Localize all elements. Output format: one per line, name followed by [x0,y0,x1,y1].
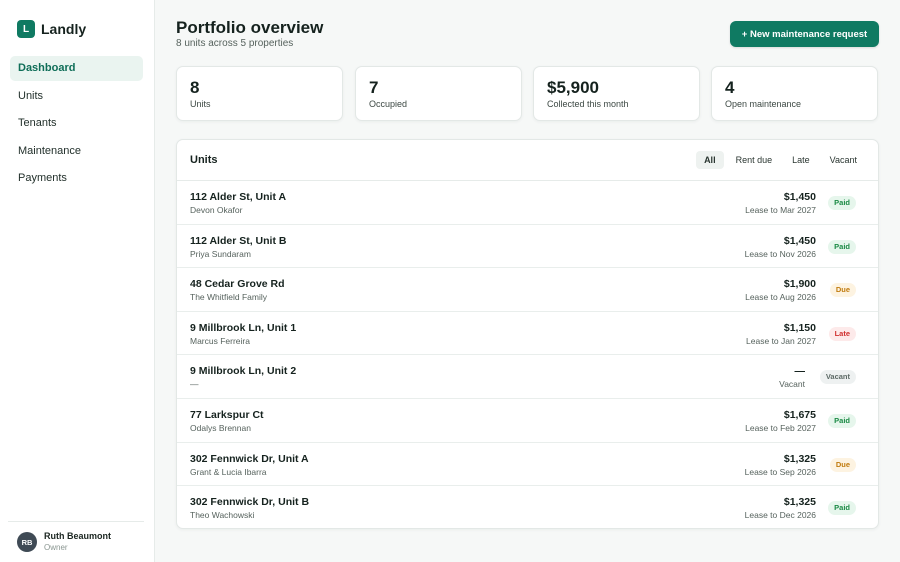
unit-address: 302 Fennwick Dr, Unit B [190,496,310,509]
stat-card-collected: $5,900 Collected this month [533,66,700,121]
sidebar-item-tenants[interactable]: Tenants [10,111,143,136]
unit-row[interactable]: 302 Fennwick Dr, Unit B Theo Wachowski $… [177,486,878,528]
page-title: Portfolio overview [176,18,324,37]
unit-address: 48 Cedar Grove Rd [190,278,285,291]
stat-label: Open maintenance [725,99,802,109]
user-info: Ruth Beaumont Owner [44,531,111,553]
units-panel-title: Units [190,154,218,166]
page-subtitle: 8 units across 5 properties [176,38,294,49]
unit-address: 112 Alder St, Unit A [190,191,287,203]
unit-lease: Lease to Dec 2026 [744,510,816,521]
filter-tab-all[interactable]: All [696,151,724,169]
unit-rent: $1,150 [783,321,816,334]
stat-label: Collected this month [547,99,629,109]
stat-value: 7 [369,78,379,97]
unit-tenant: The Whitfield Family [190,292,267,303]
stat-label: Occupied [369,99,408,109]
sidebar-item-units[interactable]: Units [10,84,143,109]
unit-address: 112 Alder St, Unit B [190,234,287,247]
unit-lease: Vacant [779,379,805,390]
status-badge: Paid [828,501,856,516]
new-maintenance-request-button[interactable]: + New maintenance request [730,21,879,47]
unit-lease: Lease to Jan 2027 [746,335,816,346]
filter-tab-vacant[interactable]: Vacant [822,151,865,169]
stat-label: Units [190,99,211,109]
sidebar-item-dashboard[interactable]: Dashboard [10,56,143,81]
unit-row[interactable]: 48 Cedar Grove Rd The Whitfield Family $… [177,268,878,312]
user-role: Owner [44,543,68,552]
units-filter-tabs: All Rent due Late Vacant [692,151,865,169]
status-badge: Paid [828,413,856,428]
unit-address: 9 Millbrook Ln, Unit 2 [190,365,297,378]
stat-value: 4 [725,78,735,97]
unit-rent: — [794,365,806,378]
unit-rent: $1,325 [783,452,816,465]
status-badge: Late [828,326,856,341]
unit-rent: $1,450 [783,234,816,247]
status-badge: Due [829,457,856,472]
status-badge: Due [829,283,856,298]
status-badge: Paid [828,239,856,254]
unit-tenant: Grant & Lucia Ibarra [190,466,267,477]
brand[interactable]: L Landly [17,20,86,38]
status-badge: Vacant [819,370,856,385]
unit-lease: Lease to Sep 2026 [744,466,816,477]
avatar: RB [17,532,37,552]
unit-address: 9 Millbrook Ln, Unit 1 [190,321,297,334]
unit-row[interactable]: 302 Fennwick Dr, Unit A Grant & Lucia Ib… [177,443,878,487]
units-panel: Units All Rent due Late Vacant 112 Alder… [176,139,879,529]
unit-lease: Lease to Mar 2027 [745,205,816,215]
status-badge: Paid [828,196,856,210]
unit-address: 302 Fennwick Dr, Unit A [190,452,309,465]
filter-tab-late[interactable]: Late [784,151,818,169]
unit-lease: Lease to Feb 2027 [745,422,816,433]
unit-row[interactable]: 9 Millbrook Ln, Unit 2 — — Vacant Vacant [177,355,878,399]
user-name: Ruth Beaumont [44,531,111,541]
sidebar-item-payments[interactable]: Payments [10,166,143,191]
unit-rent: $1,900 [783,278,816,291]
unit-row[interactable]: 112 Alder St, Unit B Priya Sundaram $1,4… [177,225,878,269]
unit-tenant: — [190,379,199,390]
sidebar-nav: Dashboard Units Tenants Maintenance Paym… [10,56,143,194]
brand-name: Landly [41,21,87,37]
units-panel-header: Units All Rent due Late Vacant [177,140,878,181]
unit-row[interactable]: 9 Millbrook Ln, Unit 1 Marcus Ferreira $… [177,312,878,356]
sidebar-item-maintenance[interactable]: Maintenance [10,139,143,164]
unit-tenant: Devon Okafor [190,205,243,215]
unit-row[interactable]: 112 Alder St, Unit A Devon Okafor $1,450… [177,181,878,225]
brand-logo-icon: L [17,20,35,38]
stat-value: $5,900 [547,78,599,97]
unit-rent: $1,450 [783,191,816,203]
unit-rent: $1,675 [783,408,816,421]
unit-lease: Lease to Aug 2026 [745,292,816,303]
user-profile[interactable]: RB Ruth Beaumont Owner [8,521,144,562]
unit-lease: Lease to Nov 2026 [744,248,816,259]
sidebar: L Landly Dashboard Units Tenants Mainten… [0,0,155,562]
unit-row[interactable]: 77 Larkspur Ct Odalys Brennan $1,675 Lea… [177,399,878,443]
stat-card-open-maintenance: 4 Open maintenance [711,66,878,121]
unit-tenant: Marcus Ferreira [190,335,250,346]
unit-rent: $1,325 [783,496,816,509]
stat-card-occupied: 7 Occupied [355,66,522,121]
stat-value: 8 [190,78,200,97]
unit-address: 77 Larkspur Ct [190,408,264,421]
unit-tenant: Odalys Brennan [190,422,251,433]
stat-card-units: 8 Units [176,66,343,121]
filter-tab-rent-due[interactable]: Rent due [728,151,781,169]
unit-tenant: Theo Wachowski [190,510,255,521]
unit-tenant: Priya Sundaram [190,248,251,259]
